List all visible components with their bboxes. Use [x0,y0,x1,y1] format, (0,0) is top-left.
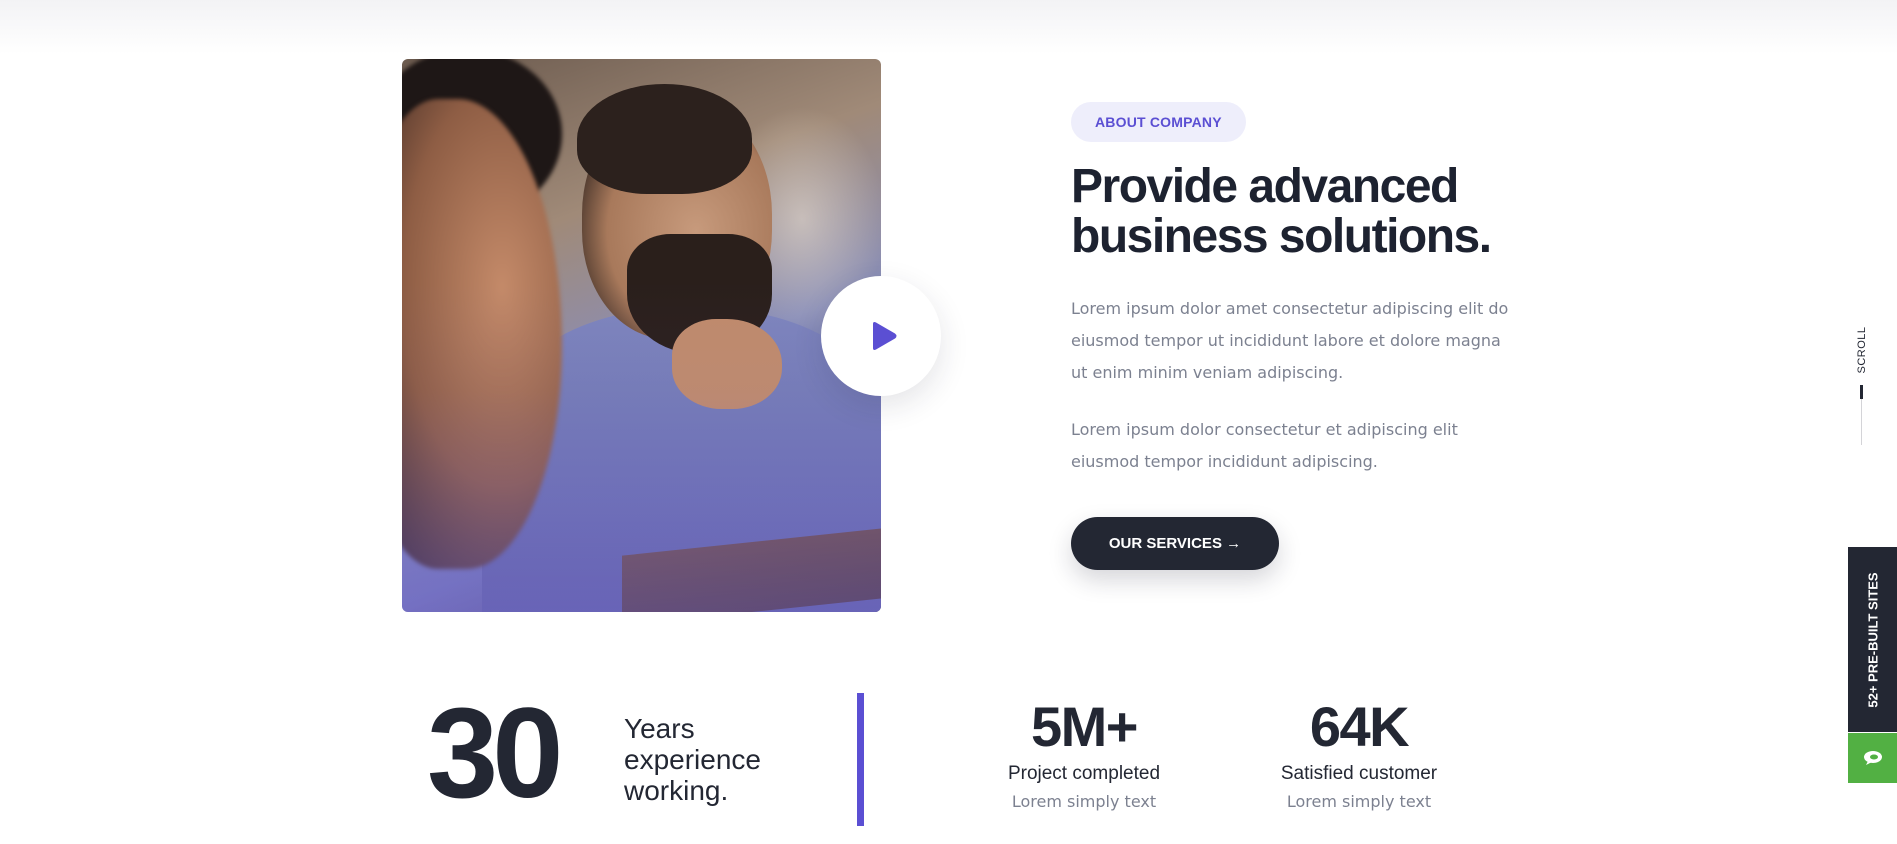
our-services-label: OUR SERVICES → [1108,535,1242,552]
section-tag: ABOUT COMPANY [1071,102,1246,142]
scroll-thumb[interactable] [1860,385,1863,399]
intro-paragraph: Lorem ipsum dolor amet consectetur adipi… [1071,299,1509,382]
stat-customers: 64K Satisfied customer Lorem simply text [1239,696,1479,813]
experience-text: Years experience working. [624,713,761,806]
stat-value: 64K [1309,695,1410,758]
about-photo [402,59,881,612]
header-shadow [0,0,1897,54]
section-heading: Provide advanced business solutions. [1071,160,1492,263]
stat-subtext: Lorem simply text [1286,792,1432,811]
chat-bubble-icon [1863,751,1882,765]
stat-projects: 5M+ Project completed Lorem simply text [964,696,1204,813]
scroll-label: SCROLL [1856,326,1868,374]
play-video-button[interactable] [821,276,941,396]
experience-number: 30 [427,682,563,825]
prebuilt-sites-tab[interactable]: 52+ PRE-BUILT SITES [1848,547,1897,732]
prebuilt-sites-label: 52+ PRE-BUILT SITES [1865,571,1880,708]
stat-divider [857,693,864,826]
stat-label: Satisfied customer [1280,763,1438,784]
stat-subtext: Lorem simply text [1011,792,1157,811]
chat-button[interactable] [1848,733,1897,783]
stat-value: 5M+ [1031,695,1139,758]
secondary-paragraph: Lorem ipsum dolor consectetur et adipisc… [1071,420,1458,471]
stat-label: Project completed [1007,763,1161,784]
our-services-button[interactable]: OUR SERVICES → [1071,517,1279,570]
play-icon [873,322,897,350]
